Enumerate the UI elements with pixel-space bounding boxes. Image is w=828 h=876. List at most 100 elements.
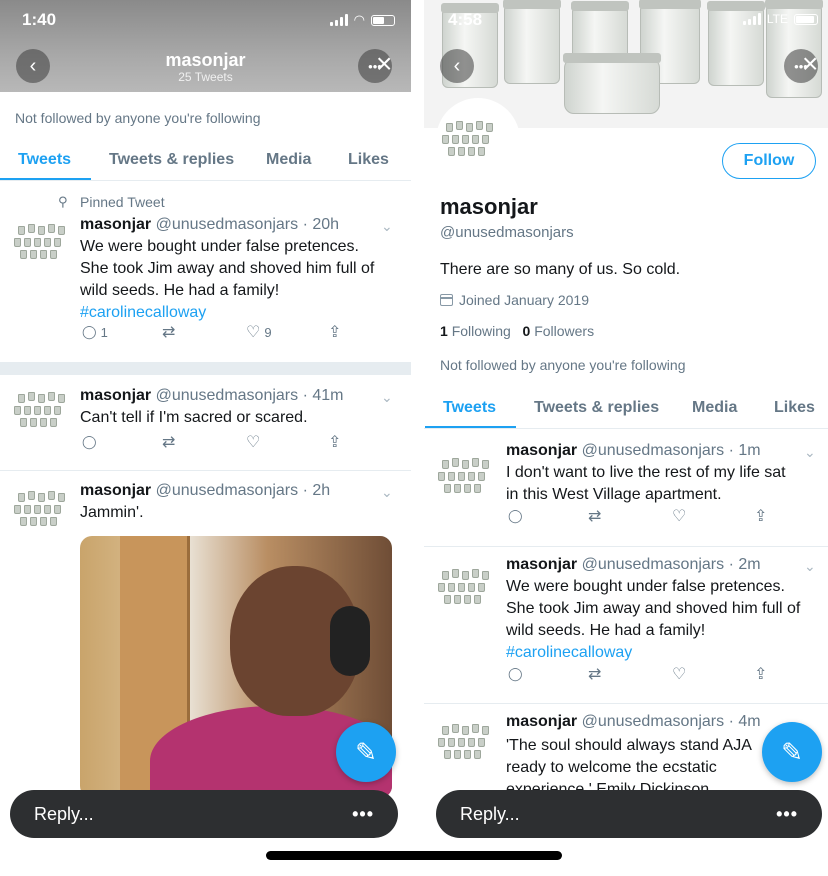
- tweet-author-handle: @unusedmasonjars · 4m: [581, 713, 761, 730]
- tweet-author-handle: @unusedmasonjars · 41m: [155, 387, 344, 404]
- tweet-author-name[interactable]: masonjar: [80, 482, 151, 499]
- avatar[interactable]: [14, 390, 68, 434]
- tweet-text: We were bought under false pretences. Sh…: [80, 236, 374, 324]
- chevron-down-icon[interactable]: ⌄: [804, 444, 816, 461]
- share-icon[interactable]: ⇪: [328, 432, 341, 452]
- not-followed-note: Not followed by anyone you're following: [15, 110, 261, 126]
- tweet-author-name[interactable]: masonjar: [80, 216, 151, 233]
- avatar[interactable]: [438, 456, 492, 500]
- status-icons: ◠: [329, 12, 395, 28]
- tweet-pinned[interactable]: ⚲ Pinned Tweet masonjar @unusedmasonjars…: [0, 190, 411, 360]
- tweet-author-name[interactable]: masonjar: [80, 387, 151, 404]
- reply-count: 1: [100, 324, 108, 340]
- tweet-header: masonjar @unusedmasonjars · 20h: [80, 216, 339, 234]
- tweet-text-line: 'The soul should always stand AJA: [506, 737, 752, 754]
- tweet-item[interactable]: masonjar @unusedmasonjars · 41m ⌄ Can't …: [0, 376, 411, 466]
- headphones-image: [330, 606, 370, 676]
- heart-icon[interactable]: ♡: [672, 664, 686, 684]
- chevron-down-icon[interactable]: ⌄: [381, 389, 393, 406]
- reply-bar[interactable]: Reply... •••: [10, 790, 398, 838]
- retweet-icon[interactable]: ⇄: [588, 506, 601, 526]
- heart-icon[interactable]: ♡: [246, 432, 260, 452]
- hashtag-link[interactable]: #carolinecalloway: [506, 642, 800, 664]
- tweet-author-name[interactable]: masonjar: [506, 442, 577, 459]
- home-indicator[interactable]: [266, 851, 562, 860]
- share-icon[interactable]: ⇪: [328, 322, 341, 342]
- battery-icon: [794, 13, 818, 25]
- following-label: Following: [451, 323, 511, 339]
- tweet-text-line: wild seeds. He had a family!: [506, 622, 706, 639]
- retweet-icon[interactable]: ⇄: [162, 322, 175, 342]
- tweet-item[interactable]: masonjar @unusedmasonjars · 2m ⌄ We were…: [424, 547, 828, 703]
- tweet-header: masonjar @unusedmasonjars · 1m: [506, 442, 761, 460]
- more-options-icon[interactable]: •••: [776, 804, 798, 825]
- tab-tweets[interactable]: Tweets: [0, 141, 92, 180]
- right-phone-screen: 4:58 LTE ‹ ••• × Follow masonjar @unused…: [424, 0, 828, 876]
- more-options-icon[interactable]: •••: [352, 804, 374, 825]
- tweet-text: We were bought under false pretences. Sh…: [506, 576, 800, 664]
- tweet-text-line: We were bought under false pretences.: [506, 578, 785, 595]
- calendar-icon: [440, 294, 453, 306]
- tweet-text-line: Jammin'.: [80, 504, 144, 521]
- back-button[interactable]: ‹: [440, 49, 474, 83]
- avatar[interactable]: [438, 567, 492, 611]
- status-time: 1:40: [22, 10, 57, 29]
- close-icon[interactable]: ×: [376, 44, 392, 84]
- followers-count: 0: [522, 323, 531, 339]
- chevron-down-icon[interactable]: ⌄: [381, 484, 393, 501]
- reply-icon[interactable]: ◯: [508, 666, 523, 682]
- reply-input[interactable]: Reply...: [460, 804, 520, 825]
- reply-bar[interactable]: Reply... •••: [436, 790, 822, 838]
- avatar[interactable]: [14, 489, 68, 533]
- follow-button[interactable]: Follow: [722, 143, 816, 179]
- avatar[interactable]: [14, 222, 68, 266]
- tweet-author-handle: @unusedmasonjars · 20h: [155, 216, 340, 233]
- follow-stats: 1 Following 0 Followers: [440, 323, 594, 339]
- tab-likes[interactable]: Likes: [774, 389, 815, 427]
- close-icon[interactable]: ×: [802, 44, 818, 84]
- tweet-author-name[interactable]: masonjar: [506, 713, 577, 730]
- feather-plus-icon: ✎: [781, 736, 803, 767]
- profile-bio: There are so many of us. So cold.: [440, 261, 681, 278]
- reply-input[interactable]: Reply...: [34, 804, 94, 825]
- tweet-text-line: in this West Village apartment.: [506, 486, 722, 503]
- tweet-item[interactable]: masonjar @unusedmasonjars · 1m ⌄ I don't…: [424, 436, 828, 546]
- compose-tweet-button[interactable]: ✎: [762, 722, 822, 782]
- tab-likes[interactable]: Likes: [348, 141, 389, 179]
- tab-tweets-replies[interactable]: Tweets & replies: [109, 141, 234, 179]
- tab-tweets[interactable]: Tweets: [424, 389, 517, 428]
- left-phone-screen: 1:40 ◠ ‹ masonjar 25 Tweets ••• × Not fo…: [0, 0, 411, 876]
- profile-joined: Joined January 2019: [440, 292, 589, 308]
- followers-link[interactable]: 0 Followers: [523, 323, 595, 339]
- hashtag-link[interactable]: #carolinecalloway: [80, 302, 374, 324]
- profile-handle: @unusedmasonjars: [440, 224, 574, 241]
- signal-icon: [742, 13, 761, 25]
- chevron-down-icon[interactable]: ⌄: [804, 558, 816, 575]
- tweet-text-line: She took Jim away and shoved him full of: [506, 600, 801, 617]
- header-title: masonjar: [165, 50, 246, 70]
- heart-icon[interactable]: ♡: [672, 506, 686, 526]
- reply-icon[interactable]: ◯: [82, 434, 97, 450]
- tweet-text-line: ready to welcome the ecstatic: [506, 759, 717, 776]
- share-icon[interactable]: ⇪: [754, 506, 767, 526]
- profile-avatar[interactable]: [436, 98, 520, 182]
- following-link[interactable]: 1 Following: [440, 323, 511, 339]
- reply-icon[interactable]: ◯: [508, 508, 523, 524]
- pinned-label: Pinned Tweet: [80, 194, 165, 210]
- share-icon[interactable]: ⇪: [754, 664, 767, 684]
- tab-media[interactable]: Media: [692, 389, 737, 427]
- tab-media[interactable]: Media: [266, 141, 311, 179]
- network-label: LTE: [766, 12, 788, 26]
- avatar[interactable]: [438, 722, 492, 766]
- tweet-author-handle: @unusedmasonjars · 2m: [581, 556, 761, 573]
- chevron-down-icon[interactable]: ⌄: [381, 218, 393, 235]
- tab-tweets-replies[interactable]: Tweets & replies: [534, 389, 659, 427]
- like-button[interactable]: ♡ 9: [246, 322, 272, 342]
- status-time: 4:58: [448, 10, 483, 29]
- reply-button[interactable]: ◯ 1: [82, 324, 108, 340]
- retweet-icon[interactable]: ⇄: [588, 664, 601, 684]
- tweet-author-name[interactable]: masonjar: [506, 556, 577, 573]
- compose-tweet-button[interactable]: ✎: [336, 722, 396, 782]
- retweet-icon[interactable]: ⇄: [162, 432, 175, 452]
- not-followed-note: Not followed by anyone you're following: [440, 357, 686, 373]
